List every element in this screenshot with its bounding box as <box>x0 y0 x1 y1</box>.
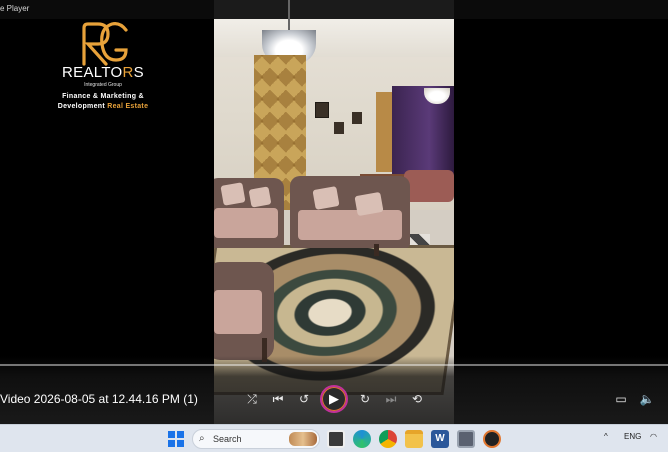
search-placeholder: Search <box>213 434 242 444</box>
task-view-icon[interactable] <box>327 430 345 448</box>
media-player-icon[interactable] <box>483 430 501 448</box>
taskbar-search[interactable]: ⌕ Search <box>192 429 320 449</box>
rewind-icon[interactable]: ↺ <box>295 390 313 408</box>
previous-icon[interactable]: ⏮ <box>269 390 287 408</box>
forward-icon[interactable]: ↻ <box>356 390 374 408</box>
show-hidden-icons-icon[interactable]: ^ <box>604 432 608 441</box>
sofa-left-seat <box>214 208 278 238</box>
window-title: e Player <box>0 4 30 13</box>
wall-picture <box>352 112 362 124</box>
volume-icon[interactable]: 🔈 <box>638 390 656 408</box>
cushion <box>220 182 246 206</box>
media-player-window: e Player REALTORS Integrated Group Finan… <box>0 0 668 424</box>
brand-tagline: Finance & Marketing & Development Real E… <box>57 93 149 110</box>
video-ceiling <box>214 19 454 57</box>
brand-subtitle: Integrated Group <box>84 82 122 88</box>
search-icon: ⌕ <box>199 433 205 444</box>
shuffle-icon[interactable]: ⤮ <box>243 390 261 408</box>
repeat-icon[interactable]: ⟲ <box>408 390 426 408</box>
chrome-icon[interactable] <box>379 430 397 448</box>
sofa-center-seat <box>298 210 402 240</box>
wifi-icon[interactable]: ◠ <box>650 432 657 441</box>
start-icon[interactable] <box>168 431 184 447</box>
video-title: Video 2026-08-05 at 12.44.16 PM (1) <box>0 392 198 406</box>
word-icon[interactable]: W <box>431 430 449 448</box>
play-button[interactable]: ▶ <box>320 385 348 413</box>
rg-monogram-icon <box>82 22 128 66</box>
wall-picture <box>315 102 329 118</box>
seek-bar[interactable] <box>0 364 668 366</box>
far-sofa <box>404 170 454 202</box>
taskbar: ⌕ Search W ^ ENG ◠ <box>0 424 668 452</box>
search-highlight-image <box>289 432 317 446</box>
calculator-icon[interactable] <box>457 430 475 448</box>
cushion <box>248 186 272 208</box>
edge-icon[interactable] <box>353 430 371 448</box>
sofa-leg <box>374 244 379 256</box>
file-explorer-icon[interactable] <box>405 430 423 448</box>
cushion <box>312 186 340 210</box>
wall-picture <box>334 122 344 134</box>
chandelier-chain <box>288 0 290 30</box>
next-icon[interactable]: ⏭ <box>382 390 400 408</box>
miniplayer-icon[interactable]: ▭ <box>612 390 630 408</box>
armchair-seat <box>214 290 262 334</box>
video-top-shadow <box>214 0 454 19</box>
language-indicator[interactable]: ENG <box>624 432 641 441</box>
brand-name: REALTORS <box>62 64 144 81</box>
